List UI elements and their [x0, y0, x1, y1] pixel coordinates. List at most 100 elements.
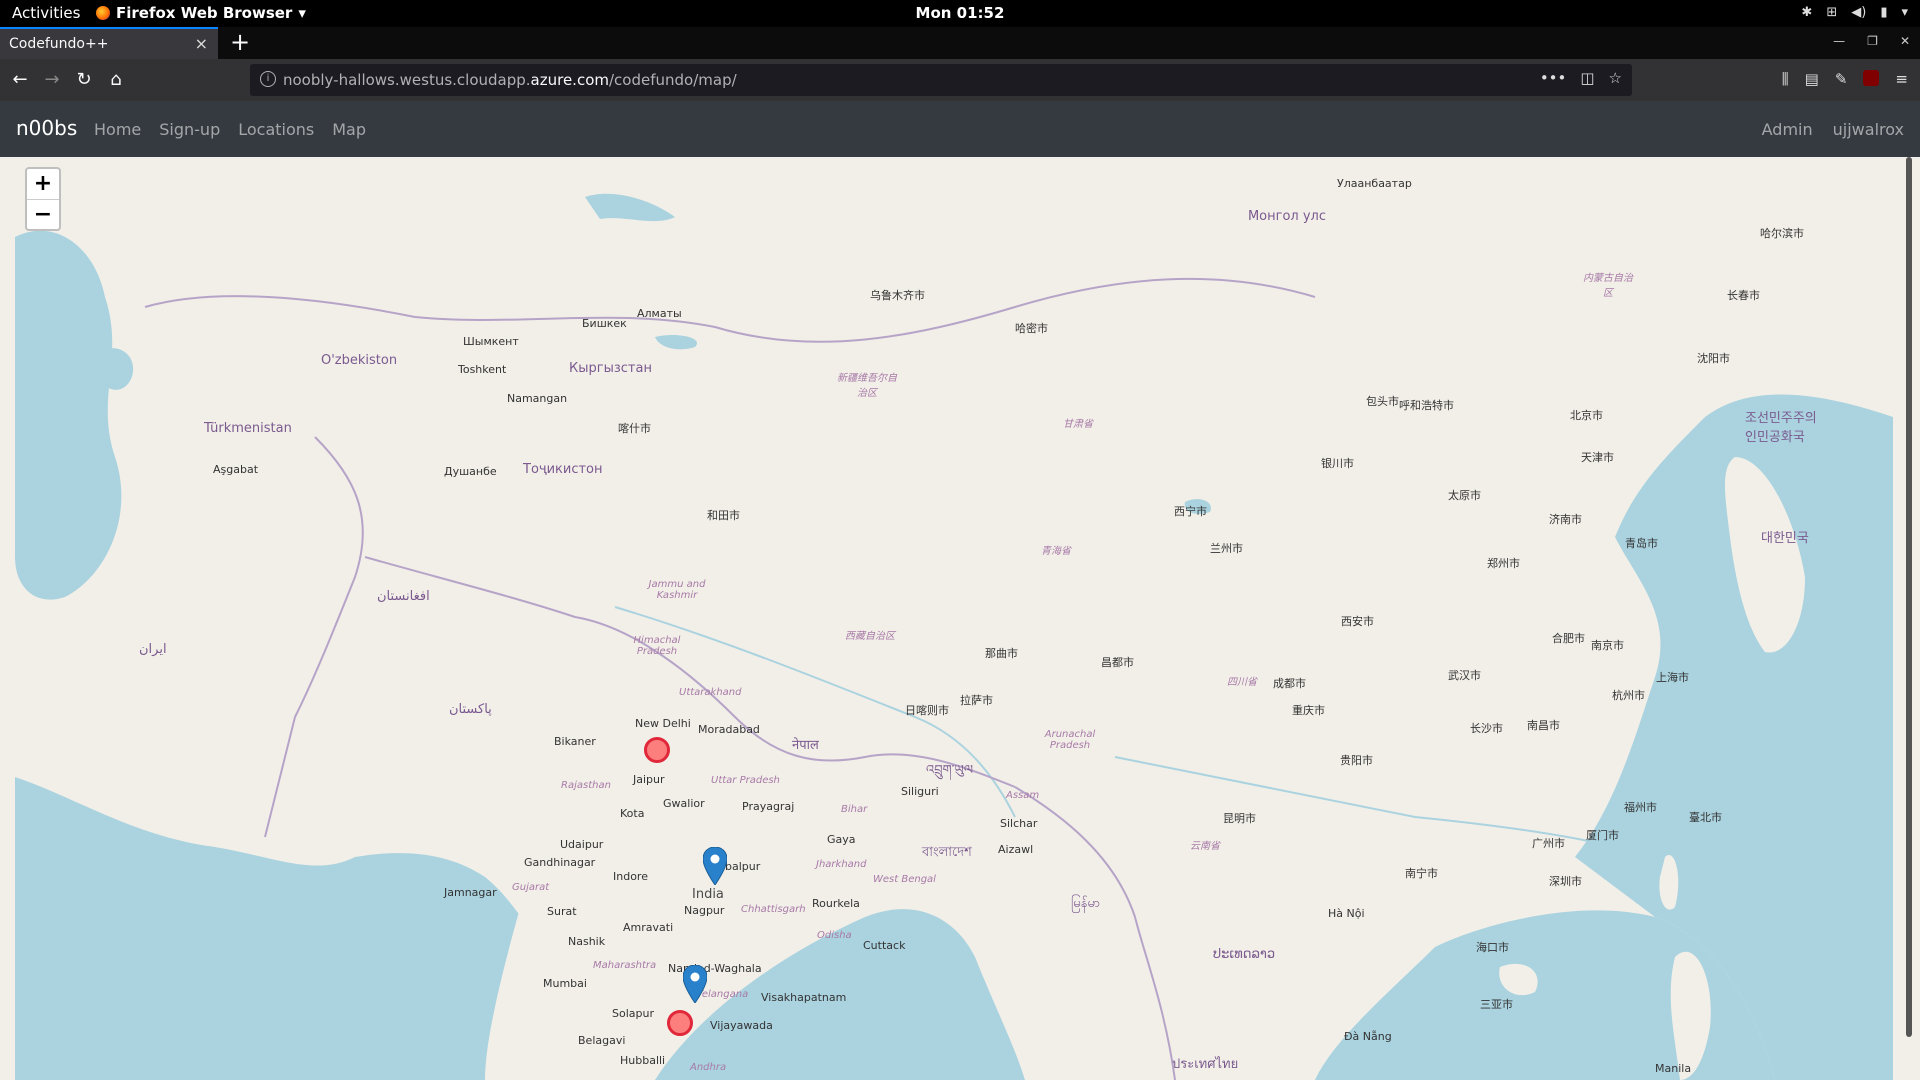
place-label: Namangan	[507, 392, 568, 405]
zoom-out-button[interactable]: −	[27, 200, 59, 230]
place-label: 合肥市	[1552, 632, 1585, 645]
nav-link-admin[interactable]: Admin	[1762, 120, 1813, 139]
map-pin-icon[interactable]	[703, 847, 727, 885]
country-label: বাংলাদেশ	[922, 845, 972, 860]
place-label: Nagpur	[684, 904, 725, 917]
volume-icon: ◀)	[1851, 5, 1867, 20]
minimize-icon[interactable]: —	[1833, 34, 1845, 48]
place-label: Surat	[547, 905, 577, 918]
place-label: 厦门市	[1586, 829, 1619, 842]
place-label: Belagavi	[578, 1034, 626, 1047]
circle-marker[interactable]	[667, 1010, 693, 1036]
new-tab-button[interactable]: +	[230, 28, 250, 56]
region-label: Maharashtra	[593, 960, 657, 971]
window-controls: — ❐ ✕	[1833, 34, 1910, 48]
place-label: 天津市	[1581, 451, 1614, 464]
place-label: 福州市	[1624, 801, 1657, 814]
country-label: Монгол улс	[1247, 209, 1327, 224]
place-label: 喀什市	[618, 422, 651, 435]
pocket-icon[interactable]: ◫	[1580, 69, 1594, 87]
map-canvas[interactable]: + − New Delhi Moradabad Jaipur Bikaner G…	[15, 157, 1893, 1080]
home-button[interactable]: ⌂	[104, 68, 128, 92]
place-label: Kota	[620, 807, 645, 820]
region-label: Assam	[1006, 790, 1040, 801]
sidebar-icon[interactable]: ▤	[1805, 70, 1819, 88]
region-label: Gujarat	[512, 882, 550, 893]
app-menu[interactable]: Firefox Web Browser ▾	[96, 4, 306, 22]
country-label: O'zbekiston	[321, 353, 398, 368]
place-label: Bikaner	[554, 735, 596, 748]
library-icon[interactable]: ⫼	[1782, 70, 1789, 88]
place-label: 哈尔滨市	[1760, 227, 1804, 240]
place-label: 广州市	[1532, 837, 1565, 850]
extension-icon[interactable]: ✎	[1835, 70, 1848, 88]
place-label: 成都市	[1273, 677, 1306, 690]
toolbar-right: ⫼ ▤ ✎ ≡	[1782, 70, 1908, 88]
system-tray[interactable]: ✱ ⊞ ◀) ▮ ▾	[1801, 5, 1908, 20]
scrollbar-thumb[interactable]	[1906, 157, 1912, 1037]
nav-link-signup[interactable]: Sign-up	[159, 120, 220, 139]
ublock-icon[interactable]	[1863, 70, 1880, 86]
nav-link-home[interactable]: Home	[94, 120, 141, 139]
country-label: नेपाल	[792, 738, 819, 753]
nav-link-user[interactable]: ujjwalrox	[1833, 120, 1904, 139]
map-pin-icon[interactable]	[683, 965, 707, 1003]
place-label: Toshkent	[458, 363, 507, 376]
region-label: Uttarakhand	[679, 687, 742, 698]
restore-icon[interactable]: ❐	[1867, 34, 1878, 48]
place-label: Udaipur	[560, 838, 604, 851]
place-label: 拉萨市	[960, 694, 993, 707]
place-label: 海口市	[1476, 941, 1509, 954]
place-label: Aşgabat	[213, 463, 259, 476]
place-label: Moradabad	[698, 723, 760, 736]
region-label: Odisha	[817, 930, 852, 941]
activities-button[interactable]: Activities	[12, 4, 80, 22]
url-host: azure.com	[530, 71, 609, 89]
forward-button[interactable]: →	[40, 68, 64, 92]
country-label: Türkmenistan	[204, 421, 292, 436]
circle-marker[interactable]	[644, 737, 670, 763]
zoom-in-button[interactable]: +	[27, 169, 59, 200]
page-scrollbar[interactable]	[1893, 157, 1920, 1080]
country-label: ປະເທດລາວ	[1213, 947, 1276, 962]
place-label: 深圳市	[1549, 875, 1582, 888]
close-window-icon[interactable]: ✕	[1900, 34, 1910, 48]
page-actions-icon[interactable]: •••	[1540, 69, 1567, 87]
reload-button[interactable]: ↻	[72, 68, 96, 92]
place-label: 贵阳市	[1340, 754, 1373, 767]
nav-link-map[interactable]: Map	[332, 120, 366, 139]
place-label: Gwalior	[663, 797, 705, 810]
region-label: Jharkhand	[816, 859, 867, 870]
region-label: Arunachal Pradesh	[1044, 729, 1096, 751]
hamburger-menu-icon[interactable]: ≡	[1895, 70, 1908, 88]
place-label: Silchar	[1000, 817, 1038, 830]
region-label: 四川省	[1227, 677, 1257, 688]
back-button[interactable]: ←	[8, 68, 32, 92]
country-label: پاکستان	[449, 702, 492, 717]
network-icon: ⊞	[1826, 5, 1838, 20]
close-tab-icon[interactable]: ×	[195, 34, 208, 53]
browser-tab[interactable]: Codefundo++ ×	[0, 27, 218, 59]
place-label: 西宁市	[1174, 505, 1207, 518]
place-label: 南京市	[1591, 639, 1624, 652]
info-icon[interactable]: i	[260, 71, 276, 87]
region-label: Himachal Pradesh	[633, 635, 681, 657]
country-label: 대한민국	[1761, 531, 1809, 546]
site-brand[interactable]: n00bs	[16, 116, 77, 140]
place-label: Visakhapatnam	[761, 991, 847, 1004]
country-label: 조선민주주의인민공화국	[1745, 411, 1817, 445]
region-label: 新疆维吾尔自治区	[837, 373, 897, 399]
country-label: འབྲུག་ཡུལ	[926, 763, 974, 778]
nav-link-locations[interactable]: Locations	[238, 120, 314, 139]
region-label: Rajasthan	[561, 780, 611, 791]
place-label: Алматы	[637, 307, 682, 320]
place-label: 太原市	[1448, 489, 1481, 502]
chevron-down-icon: ▾	[298, 4, 306, 22]
url-bar[interactable]: i noobly-hallows.westus.cloudapp.azure.c…	[250, 64, 1632, 96]
bookmark-star-icon[interactable]: ☆	[1609, 69, 1622, 87]
place-label: 臺北市	[1689, 811, 1722, 824]
country-label: ประเทศไทย	[1172, 1057, 1239, 1072]
place-label: Indore	[613, 870, 648, 883]
place-label: 沈阳市	[1697, 352, 1730, 365]
place-label: 长春市	[1727, 289, 1760, 302]
